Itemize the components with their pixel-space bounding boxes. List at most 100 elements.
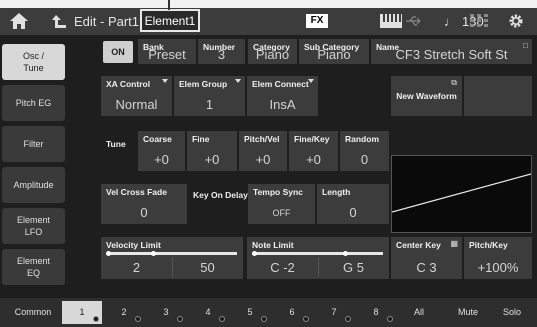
note-low-handle[interactable]: [252, 251, 257, 256]
part-5-button[interactable]: 5: [230, 301, 270, 324]
part-label: 3: [163, 307, 169, 317]
sidebar-item-label-2: LFO: [24, 227, 43, 237]
new-waveform-button[interactable]: ⧉ New Waveform: [391, 76, 462, 116]
part-led-icon: [261, 316, 267, 322]
sidebar-item-pitch-eg[interactable]: Pitch EG: [2, 85, 65, 121]
coarse-field[interactable]: Coarse +0: [138, 131, 185, 171]
part-led-icon: [135, 316, 141, 322]
note-high-handle[interactable]: [343, 251, 348, 256]
gear-icon[interactable]: [508, 13, 524, 29]
random-field[interactable]: Random 0: [340, 131, 389, 171]
top-bar: Edit - Part1 Element1 FX ♩130: [0, 8, 537, 35]
grid-icon[interactable]: [470, 14, 488, 28]
sidebar-item-label: Filter: [23, 139, 44, 149]
sidebar-item-element-eq[interactable]: Element EQ: [2, 249, 65, 285]
part-3-button[interactable]: 3: [146, 301, 186, 324]
keyboard-select-icon: ▦: [450, 239, 458, 248]
part-led-icon: [93, 316, 99, 322]
name-field[interactable]: Name □ CF3 Stretch Soft St: [371, 39, 532, 64]
elem-connect-label: Elem Connect: [252, 79, 309, 89]
dropdown-caret-icon: [235, 79, 241, 83]
note-limit-slider[interactable]: [253, 252, 383, 255]
part-led-icon: [219, 316, 225, 322]
part-6-button[interactable]: 6: [272, 301, 312, 324]
length-label: Length: [322, 187, 351, 197]
waveform-window-icon: ⧉: [451, 78, 457, 87]
pitch-vel-value: +0: [255, 152, 271, 167]
tempo-sync-value: OFF: [272, 208, 291, 218]
elem-connect-field[interactable]: Elem Connect InsA: [247, 76, 318, 116]
number-field[interactable]: Number 3: [198, 39, 245, 64]
part-led-icon: [177, 316, 183, 322]
solo-button[interactable]: Solo: [492, 301, 532, 324]
fine-key-field[interactable]: Fine/Key +0: [289, 131, 338, 171]
sidebar-item-amplitude[interactable]: Amplitude: [2, 167, 65, 203]
sidebar-item-label: Element: [16, 256, 51, 266]
part-4-button[interactable]: 4: [188, 301, 228, 324]
velocity-low-handle[interactable]: [106, 251, 111, 256]
pitch-key-curve: [391, 173, 532, 213]
part-7-button[interactable]: 7: [314, 301, 354, 324]
subcategory-field[interactable]: Sub Category Piano: [299, 39, 369, 64]
fine-key-value: +0: [306, 152, 321, 167]
sidebar-item-label-2: EQ: [26, 268, 40, 278]
sidebar-item-filter[interactable]: Filter: [2, 126, 65, 162]
xa-control-field[interactable]: XA Control Normal: [101, 76, 172, 116]
vel-cross-fade-label: Vel Cross Fade: [106, 187, 167, 197]
xa-control-label: XA Control: [106, 79, 151, 89]
tab-element1[interactable]: Element1: [140, 9, 200, 32]
fine-key-label: Fine/Key: [294, 134, 330, 144]
part-2-button[interactable]: 2: [104, 301, 144, 324]
fine-value: +0: [204, 152, 220, 167]
all-button[interactable]: All: [400, 301, 438, 324]
category-field[interactable]: Category Piano: [248, 39, 297, 64]
elem-connect-value: InsA: [269, 97, 296, 112]
breadcrumb[interactable]: Edit - Part1: [74, 14, 139, 29]
vel-cross-fade-field[interactable]: Vel Cross Fade 0: [101, 184, 187, 224]
back-arrow-icon[interactable]: [51, 13, 67, 30]
velocity-low-value[interactable]: 2: [101, 260, 172, 275]
fine-label: Fine: [192, 134, 210, 144]
elem-group-label: Elem Group: [179, 79, 228, 89]
fine-field[interactable]: Fine +0: [187, 131, 237, 171]
number-value: 3: [217, 47, 226, 62]
mute-button[interactable]: Mute: [448, 301, 488, 324]
velocity-high-handle[interactable]: [151, 251, 156, 256]
common-button[interactable]: Common: [6, 301, 60, 324]
pitch-vel-label: Pitch/Vel: [244, 134, 280, 144]
part-led-icon: [345, 316, 351, 322]
coarse-label: Coarse: [143, 134, 172, 144]
note-limit-field[interactable]: Note Limit C -2 G 5: [247, 237, 389, 279]
fx-indicator[interactable]: FX: [306, 14, 328, 28]
velocity-high-value[interactable]: 50: [172, 260, 243, 275]
part-label: 6: [289, 307, 295, 317]
quarter-note-icon: ♩: [444, 14, 457, 29]
note-low-value[interactable]: C -2: [247, 260, 318, 275]
pitch-key-field[interactable]: Pitch/Key +100%: [464, 237, 532, 279]
sidebar-item-osc-tune[interactable]: Osc / Tune: [2, 44, 65, 80]
home-icon[interactable]: [9, 12, 29, 30]
part-led-icon: [303, 316, 309, 322]
part-1-button[interactable]: 1: [62, 301, 102, 324]
velocity-limit-slider[interactable]: [107, 252, 237, 255]
keyboard-icon: [380, 14, 402, 28]
tempo-sync-field[interactable]: Tempo Sync OFF: [248, 184, 315, 224]
sidebar-item-element-lfo[interactable]: Element LFO: [2, 208, 65, 244]
tune-section-label: Tune: [106, 139, 126, 149]
bank-field[interactable]: Bank Preset: [138, 39, 196, 64]
pitch-vel-field[interactable]: Pitch/Vel +0: [239, 131, 287, 171]
center-key-field[interactable]: Center Key ▦ C 3: [391, 237, 462, 279]
elem-group-field[interactable]: Elem Group 1: [174, 76, 245, 116]
part-8-button[interactable]: 8: [356, 301, 396, 324]
key-on-delay-label: Key On Delay: [193, 190, 248, 200]
part-label: 1: [79, 307, 85, 317]
tempo-sync-label: Tempo Sync: [253, 187, 303, 197]
length-value: 0: [349, 205, 357, 220]
length-field[interactable]: Length 0: [317, 184, 389, 224]
center-key-value: C 3: [416, 260, 437, 275]
random-label: Random: [345, 134, 379, 144]
element-on-button[interactable]: ON: [103, 41, 133, 63]
note-high-value[interactable]: G 5: [318, 260, 389, 275]
velocity-limit-field[interactable]: Velocity Limit 2 50: [101, 237, 243, 279]
new-waveform-label: New Waveform: [396, 91, 457, 101]
